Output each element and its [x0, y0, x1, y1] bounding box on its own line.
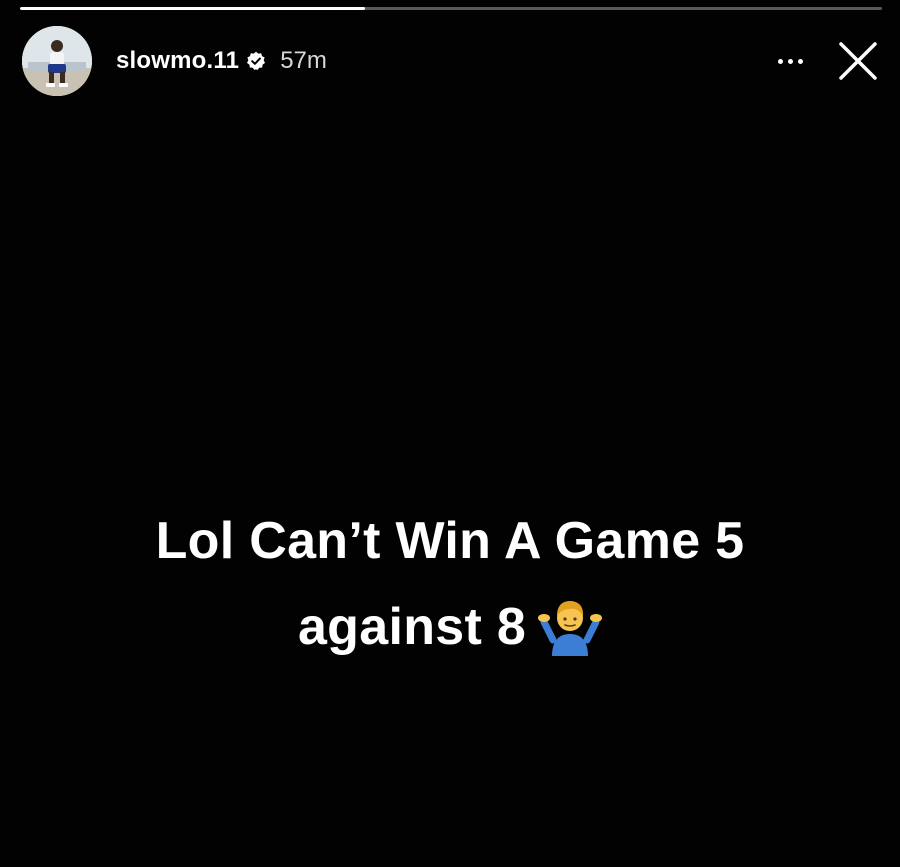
post-time: 57m: [280, 47, 327, 74]
story-header: slowmo.11 57m: [22, 24, 882, 98]
story-progress-bar: [20, 7, 882, 10]
username[interactable]: slowmo.11: [116, 47, 239, 75]
story-viewer[interactable]: slowmo.11 57m Lol Can’t Win A Game 5 aga…: [0, 0, 900, 867]
avatar[interactable]: [22, 26, 92, 96]
more-options-icon[interactable]: [772, 46, 808, 76]
story-caption: Lol Can’t Win A Game 5 against 8: [0, 498, 900, 670]
person-shrugging-emoji: [538, 601, 603, 656]
verified-badge-icon: [247, 51, 266, 70]
caption-line-2-wrap: against 8: [0, 584, 900, 670]
caption-line-1: Lol Can’t Win A Game 5: [155, 512, 745, 570]
caption-line-2: against 8: [297, 598, 527, 656]
profile-photo: [22, 26, 92, 96]
story-progress-fill: [20, 7, 365, 10]
close-icon[interactable]: [834, 37, 882, 85]
